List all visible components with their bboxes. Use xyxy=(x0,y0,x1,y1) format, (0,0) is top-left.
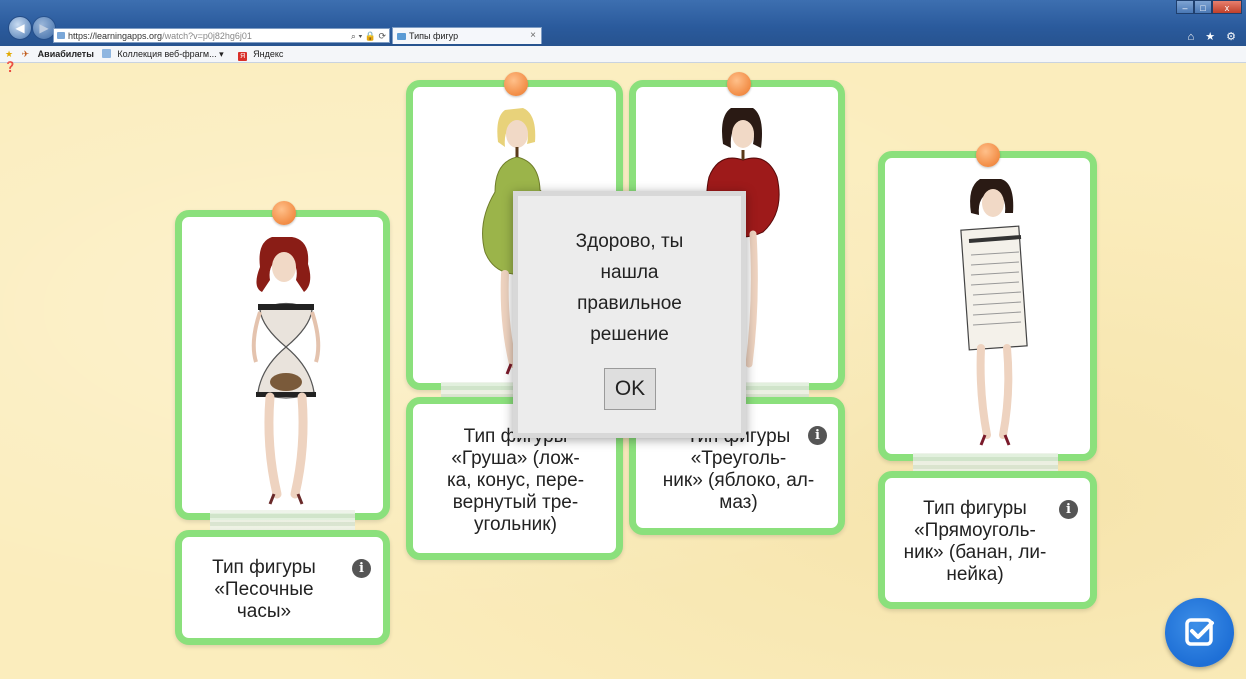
pin-icon xyxy=(976,143,1000,167)
success-message: Здорово, ты нашла правильное решение xyxy=(575,231,684,345)
tab-title: Типы фигур xyxy=(409,31,459,41)
favorite-item-collection[interactable]: Коллекция веб-фрагм... ▾ xyxy=(102,49,229,59)
address-bar[interactable]: https://learningapps.org/watch?v=p0j82hg… xyxy=(53,28,390,43)
home-favorites-settings-icons[interactable]: ⌂ ★ ⚙ xyxy=(1188,30,1240,43)
minimize-icon[interactable]: – xyxy=(1176,0,1194,14)
compat-view-icon[interactable]: ❓ xyxy=(4,62,16,73)
browser-tab[interactable]: Типы фигур × xyxy=(392,27,542,44)
pin-icon xyxy=(504,72,528,96)
card-label-text: Тип фигуры «Треуголь- ник» (яблоко, ал- … xyxy=(662,426,815,513)
favorite-item-yandex[interactable]: Я Яндекс xyxy=(238,49,289,61)
card-image-hourglass[interactable] xyxy=(175,210,390,520)
rectangle-figure-icon xyxy=(960,179,1028,446)
card-label-text: Тип фигуры «Песочные часы» xyxy=(212,557,316,622)
card-label-hourglass[interactable]: Тип фигуры «Песочные часы» i xyxy=(175,530,390,645)
plane-icon: ✈ xyxy=(21,49,30,59)
close-window-icon[interactable]: x xyxy=(1212,0,1242,14)
info-icon[interactable]: i xyxy=(352,559,371,578)
url-path: /watch?v=p0j82hg6j01 xyxy=(162,31,252,41)
window-controls: – □ x xyxy=(1176,0,1242,14)
check-solution-button[interactable] xyxy=(1165,598,1234,667)
success-dialog: Здорово, ты нашла правильное решение OK xyxy=(513,191,746,438)
checkbox-check-icon xyxy=(1185,618,1214,646)
info-icon[interactable]: i xyxy=(808,426,827,445)
page-favicon-icon xyxy=(57,32,65,39)
card-image-rectangle[interactable] xyxy=(878,151,1097,461)
favorites-star-icon[interactable]: ★ xyxy=(5,49,13,59)
favorite-item-flights[interactable]: ✈ Авиабилеты xyxy=(22,49,94,59)
hourglass-figure-icon xyxy=(251,237,321,505)
maximize-icon[interactable]: □ xyxy=(1194,0,1212,14)
info-icon[interactable]: i xyxy=(1059,500,1078,519)
url-host: https://learningapps.org xyxy=(68,31,163,41)
card-label-rectangle[interactable]: Тип фигуры «Прямоуголь- ник» (банан, ли-… xyxy=(878,471,1097,609)
card-label-text: Тип фигуры «Груша» (лож- ка, конус, пере… xyxy=(446,426,585,535)
pin-icon xyxy=(272,201,296,225)
back-icon[interactable]: ◀ xyxy=(8,16,32,40)
browser-titlebar: ◀ ▶ https://learningapps.org/watch?v=p0j… xyxy=(0,0,1246,46)
favorites-bar: ★ ✈ Авиабилеты Коллекция веб-фрагм... ▾ … xyxy=(0,46,1246,63)
tab-favicon-icon xyxy=(397,33,406,40)
webslice-icon xyxy=(102,49,112,58)
ok-button[interactable]: OK xyxy=(604,368,656,410)
yandex-icon: Я xyxy=(238,52,248,61)
tab-close-icon[interactable]: × xyxy=(530,28,536,44)
address-tools-icon[interactable]: ⌕ ▾ 🔒 ⟳ xyxy=(351,29,386,42)
card-label-text: Тип фигуры «Прямоуголь- ник» (банан, ли-… xyxy=(903,498,1047,585)
pin-icon xyxy=(727,72,751,96)
